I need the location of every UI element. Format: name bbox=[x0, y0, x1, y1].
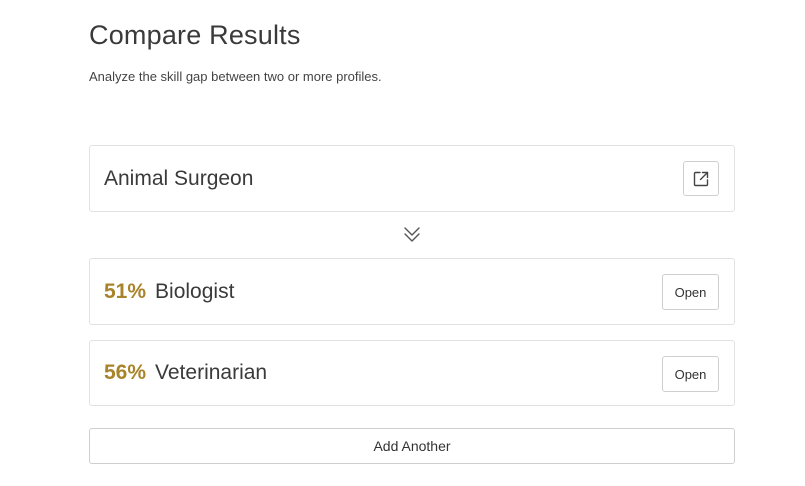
result-card-biologist: 51% Biologist Open bbox=[89, 258, 735, 325]
source-profile-name: Animal Surgeon bbox=[104, 166, 254, 190]
result-profile-name: Veterinarian bbox=[155, 361, 268, 384]
open-button[interactable]: Open bbox=[662, 274, 719, 310]
page-title: Compare Results bbox=[89, 20, 301, 50]
result-profile-name: Biologist bbox=[155, 279, 235, 303]
double-chevron-down-icon bbox=[402, 224, 422, 246]
page-subtitle: Analyze the skill gap between two or mor… bbox=[89, 69, 382, 84]
open-external-button[interactable] bbox=[683, 161, 719, 196]
add-another-button[interactable]: Add Another bbox=[89, 428, 735, 464]
external-link-icon bbox=[693, 171, 709, 186]
open-button[interactable]: Open bbox=[662, 356, 719, 392]
source-profile-card: Animal Surgeon bbox=[89, 145, 735, 212]
match-percent: 56% bbox=[104, 361, 147, 384]
result-card-veterinarian: 56% Veterinarian Open bbox=[89, 340, 735, 406]
match-percent: 51% bbox=[104, 279, 147, 303]
